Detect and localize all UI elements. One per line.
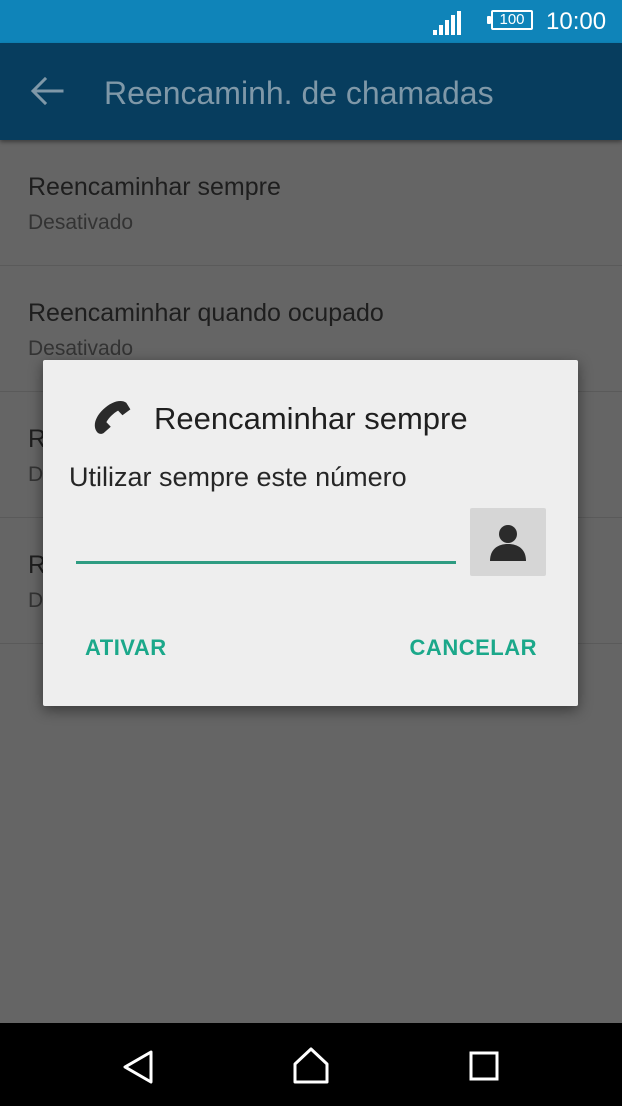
- forward-always-dialog: Reencaminhar sempre Utilizar sempre este…: [43, 360, 578, 706]
- phone-icon: [94, 401, 131, 434]
- dialog-message: Utilizar sempre este número: [69, 462, 407, 492]
- activate-button[interactable]: ATIVAR: [85, 634, 167, 662]
- status-bar: 100 10:00: [0, 0, 622, 43]
- list-item-subtitle: Desativado: [28, 211, 134, 234]
- status-time: 10:00: [546, 8, 607, 35]
- battery-level: 100: [491, 10, 533, 30]
- navigation-bar: [0, 1023, 622, 1106]
- list-item-subtitle: D: [28, 589, 44, 612]
- list-item-subtitle: D: [28, 463, 44, 486]
- list-item-forward-always[interactable]: Reencaminhar sempre Desativado: [0, 140, 622, 266]
- list-item-title: Reencaminhar quando ocupado: [28, 299, 384, 327]
- nav-home-icon[interactable]: [291, 1045, 331, 1085]
- page-title: Reencaminh. de chamadas: [104, 75, 494, 111]
- list-item-subtitle: Desativado: [28, 337, 134, 360]
- back-arrow-icon[interactable]: [30, 76, 64, 106]
- signal-icon: [433, 11, 461, 35]
- app-bar: Reencaminh. de chamadas: [0, 43, 622, 140]
- dialog-title: Reencaminhar sempre: [154, 401, 468, 436]
- contact-picker-button[interactable]: [470, 508, 546, 576]
- nav-back-icon[interactable]: [120, 1047, 156, 1087]
- battery-icon: 100: [487, 10, 535, 32]
- contact-person-icon: [490, 525, 526, 561]
- nav-recent-icon[interactable]: [468, 1050, 500, 1082]
- forward-number-input[interactable]: [76, 520, 456, 564]
- cancel-button[interactable]: CANCELAR: [410, 634, 537, 662]
- list-item-title: Reencaminhar sempre: [28, 173, 281, 201]
